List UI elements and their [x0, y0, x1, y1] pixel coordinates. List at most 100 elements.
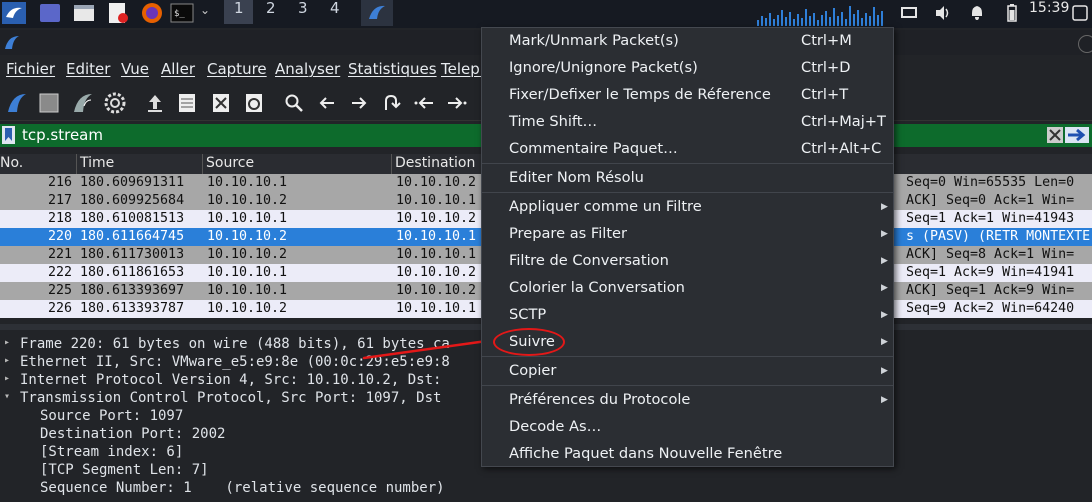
collapse-arrow-icon[interactable]: ▾	[4, 391, 10, 402]
restart-capture-icon[interactable]	[72, 92, 94, 114]
menu-item-packet-comment[interactable]: Commentaire Paquet…	[509, 140, 678, 157]
cell-source: 10.10.10.1	[207, 211, 288, 226]
display-icon[interactable]	[900, 4, 918, 22]
save-file-icon[interactable]	[176, 92, 198, 114]
menu-item-prepare-as-filter[interactable]: Prepare as Filter	[509, 225, 627, 242]
start-capture-icon[interactable]	[6, 92, 28, 114]
cell-no: 225	[48, 283, 73, 298]
display-filter-input[interactable]: tcp.stream	[22, 126, 103, 144]
column-source[interactable]: Source	[206, 155, 254, 171]
cell-destination: 10.10.10.2	[396, 283, 477, 298]
detail-destination-port[interactable]: Destination Port: 2002	[40, 426, 225, 442]
cell-no: 222	[48, 265, 73, 280]
cell-info: Seq=0 Win=65535 Len=0	[906, 175, 1075, 190]
cell-info: Seq=1 Ack=9 Win=41941	[906, 265, 1075, 280]
column-time[interactable]: Time	[80, 155, 114, 171]
menu-statistiques[interactable]: Statistiques	[348, 60, 437, 78]
wireshark-fin-icon	[369, 5, 385, 19]
chevron-down-icon[interactable]: ⌄	[200, 3, 210, 17]
first-packet-icon[interactable]	[413, 92, 435, 114]
detail-segment-len[interactable]: [TCP Segment Len: 7]	[40, 462, 209, 478]
cell-destination: 10.10.10.1	[396, 193, 477, 208]
menu-aller[interactable]: Aller	[161, 60, 195, 78]
apply-filter-arrow-icon[interactable]	[1065, 127, 1089, 143]
go-back-icon[interactable]	[316, 92, 338, 114]
cell-destination: 10.10.10.1	[396, 247, 477, 262]
shortcut: Ctrl+M	[801, 32, 852, 49]
column-no[interactable]: No.	[0, 155, 23, 171]
files-icon[interactable]	[72, 2, 96, 24]
cell-source: 10.10.10.1	[207, 283, 288, 298]
cell-info: s (PASV) (RETR MONTEXTE	[906, 229, 1091, 244]
menu-fichier[interactable]: Fichier	[6, 60, 55, 78]
close-file-icon[interactable]	[210, 92, 232, 114]
workspace-label: 4	[330, 0, 340, 17]
cell-no: 226	[48, 301, 73, 316]
search-icon[interactable]	[283, 92, 305, 114]
submenu-arrow-icon: ▶	[881, 366, 888, 376]
wireshark-task-button[interactable]	[361, 0, 393, 26]
menu-item-colorize-conversation[interactable]: Colorier la Conversation	[509, 279, 685, 296]
detail-ip[interactable]: Internet Protocol Version 4, Src: 10.10.…	[20, 372, 441, 388]
menu-item-ignore[interactable]: Ignore/Unignore Packet(s)	[509, 59, 698, 76]
volume-icon[interactable]	[934, 4, 952, 22]
kali-menu-icon[interactable]	[2, 2, 26, 24]
menu-item-sctp[interactable]: SCTP	[509, 306, 546, 323]
submenu-arrow-icon: ▶	[881, 310, 888, 320]
app-icon[interactable]	[38, 2, 62, 24]
bookmark-icon[interactable]	[2, 126, 15, 144]
battery-icon[interactable]	[1003, 4, 1021, 22]
menu-separator	[482, 163, 893, 164]
detail-tcp[interactable]: Transmission Control Protocol, Src Port:…	[20, 390, 441, 406]
go-forward-icon[interactable]	[348, 92, 370, 114]
notification-bell-icon[interactable]	[968, 4, 986, 22]
expand-arrow-icon[interactable]: ▸	[4, 373, 10, 384]
capture-options-gear-icon[interactable]	[104, 92, 126, 114]
menu-item-conversation-filter[interactable]: Filtre de Conversation	[509, 252, 669, 269]
detail-stream-index[interactable]: [Stream index: 6]	[40, 444, 183, 460]
menu-capture[interactable]: Capture	[207, 60, 267, 78]
menu-item-protocol-preferences[interactable]: Préférences du Protocole	[509, 391, 690, 408]
cell-destination: 10.10.10.1	[396, 301, 477, 316]
menu-item-decode-as[interactable]: Decode As…	[509, 418, 601, 435]
firefox-icon[interactable]	[140, 2, 164, 24]
annotation-stroke	[362, 338, 496, 360]
menu-item-time-reference[interactable]: Fixer/Defixer le Temps de Réference	[509, 86, 771, 103]
menu-analyser[interactable]: Analyser	[275, 60, 340, 78]
terminal-icon[interactable]: $_	[170, 2, 194, 24]
editor-icon[interactable]	[106, 2, 130, 24]
menu-item-time-shift[interactable]: Time Shift…	[509, 113, 597, 130]
menu-editer[interactable]: Editer	[66, 60, 110, 78]
submenu-arrow-icon: ▶	[881, 337, 888, 347]
detail-sequence-number[interactable]: Sequence Number: 1 (relative sequence nu…	[40, 480, 445, 496]
expand-arrow-icon[interactable]: ▸	[4, 337, 10, 348]
cell-no: 220	[48, 229, 73, 244]
column-destination[interactable]: Destination	[395, 155, 475, 171]
power-icon[interactable]	[1071, 4, 1089, 22]
svg-text:$_: $_	[174, 9, 185, 19]
cell-destination: 10.10.10.2	[396, 211, 477, 226]
taskbar: $_ ⌄ 1 2 3 4 15:39	[0, 0, 1092, 28]
clear-filter-icon[interactable]	[1047, 127, 1063, 143]
cell-info: ACK] Seq=0 Ack=1 Win=	[906, 193, 1075, 208]
menu-item-show-in-new-window[interactable]: Affiche Paquet dans Nouvelle Fenêtre	[509, 445, 782, 462]
detail-source-port[interactable]: Source Port: 1097	[40, 408, 183, 424]
cell-info: ACK] Seq=1 Ack=9 Win=	[906, 283, 1075, 298]
menu-separator	[482, 192, 893, 193]
reload-file-icon[interactable]	[243, 92, 265, 114]
expand-arrow-icon[interactable]: ▸	[4, 355, 10, 366]
stop-capture-icon[interactable]	[38, 92, 60, 114]
go-to-packet-icon[interactable]	[380, 92, 402, 114]
menu-item-edit-resolved-name[interactable]: Editer Nom Résolu	[509, 169, 644, 186]
menu-item-apply-as-filter[interactable]: Appliquer comme un Filtre	[509, 198, 702, 215]
cell-time: 180.609925684	[80, 193, 185, 208]
cell-time: 180.611730013	[80, 247, 185, 262]
menu-item-mark[interactable]: Mark/Unmark Packet(s)	[509, 32, 679, 49]
open-file-icon[interactable]	[144, 92, 166, 114]
menu-vue[interactable]: Vue	[121, 60, 149, 78]
window-control[interactable]	[1078, 35, 1092, 53]
cell-source: 10.10.10.2	[207, 247, 288, 262]
menu-item-copy[interactable]: Copier	[509, 362, 556, 379]
wireshark-logo-icon	[5, 36, 19, 49]
last-packet-icon[interactable]	[446, 92, 468, 114]
